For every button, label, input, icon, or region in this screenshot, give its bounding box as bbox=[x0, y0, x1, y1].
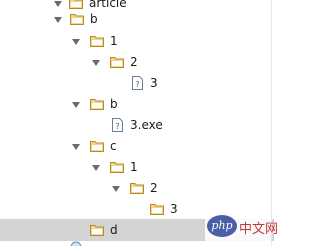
folder-icon bbox=[69, 0, 83, 9]
expand-arrow-icon[interactable] bbox=[54, 1, 62, 7]
tree-item-3-file[interactable]: ? 3 bbox=[0, 73, 274, 95]
expand-arrow-icon[interactable] bbox=[92, 165, 100, 171]
tree-item-c-1[interactable]: 1 bbox=[0, 157, 274, 179]
tree-item-label: c bbox=[110, 139, 117, 153]
expand-arrow-icon[interactable] bbox=[92, 60, 100, 66]
folder-icon bbox=[150, 204, 164, 215]
folder-icon bbox=[110, 162, 124, 173]
folder-icon bbox=[70, 14, 84, 25]
globe-icon bbox=[70, 241, 82, 246]
expand-arrow-icon[interactable] bbox=[72, 102, 80, 108]
folder-icon bbox=[130, 183, 144, 194]
tree-item-label: 2 bbox=[150, 181, 158, 195]
svg-text:?: ? bbox=[135, 80, 139, 89]
tree-item-label: 3 bbox=[150, 76, 158, 90]
tree-item-label: 3.exe bbox=[130, 118, 163, 132]
folder-icon bbox=[90, 141, 104, 152]
expand-arrow-icon[interactable] bbox=[72, 39, 80, 45]
panel-divider bbox=[271, 0, 272, 246]
unknown-file-icon: ? bbox=[112, 118, 123, 132]
folder-icon bbox=[90, 36, 104, 47]
folder-icon bbox=[90, 99, 104, 110]
folder-icon bbox=[110, 57, 124, 68]
tree-item-label: b bbox=[90, 12, 98, 26]
php-logo-icon: php bbox=[207, 215, 237, 237]
expand-arrow-icon[interactable] bbox=[112, 186, 120, 192]
tree-item-label: 3 bbox=[170, 202, 178, 216]
tree-item-c-1-2[interactable]: 2 bbox=[0, 178, 274, 200]
tree-item-3-exe[interactable]: ? 3.exe bbox=[0, 115, 274, 137]
unknown-file-icon: ? bbox=[132, 76, 143, 90]
file-tree: article b 1 2 ? 3 b ? 3.exe c 1 2 3 d bbox=[0, 0, 274, 246]
folder-icon bbox=[90, 225, 104, 236]
tree-item-1[interactable]: 1 bbox=[0, 31, 274, 53]
tree-item-label: d bbox=[110, 223, 118, 237]
tree-item-b[interactable]: b bbox=[0, 9, 274, 31]
expand-arrow-icon[interactable] bbox=[72, 144, 80, 150]
watermark-logo: php 中文网 bbox=[205, 211, 278, 243]
tree-item-2[interactable]: 2 bbox=[0, 52, 274, 74]
tree-item-b-nested[interactable]: b bbox=[0, 94, 274, 116]
tree-item-label: b bbox=[110, 97, 118, 111]
tree-item-label: 1 bbox=[110, 34, 118, 48]
tree-item-label: 2 bbox=[130, 55, 138, 69]
tree-item-c[interactable]: c bbox=[0, 136, 274, 158]
expand-arrow-icon[interactable] bbox=[54, 17, 62, 23]
tree-item-label: 1 bbox=[130, 160, 138, 174]
svg-text:?: ? bbox=[115, 122, 119, 131]
watermark-text: 中文网 bbox=[239, 222, 279, 237]
